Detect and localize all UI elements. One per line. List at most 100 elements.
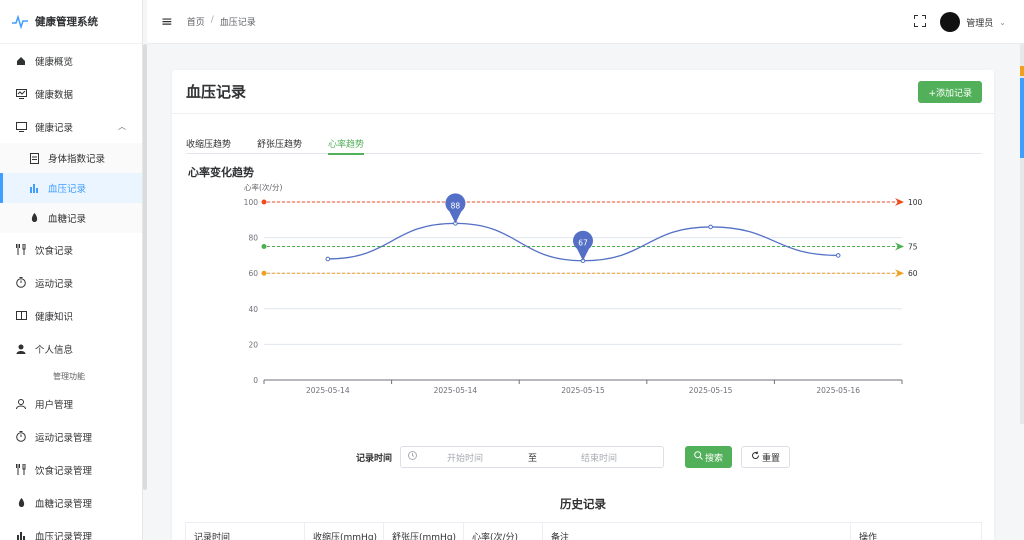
reference-line-label: 75 <box>908 243 918 252</box>
y-tick-label: 0 <box>253 376 258 385</box>
search-button[interactable]: 搜索 <box>685 446 733 468</box>
markpoint-label: 88 <box>451 201 461 210</box>
document-icon <box>28 152 40 164</box>
sidebar-group-admin: 管理功能 <box>53 371 85 381</box>
sidebar-item-label: 健康数据 <box>35 89 74 101</box>
sidebar-item-user-manage[interactable]: 用户管理 <box>0 387 142 420</box>
home-icon <box>15 55 27 67</box>
y-tick-label: 20 <box>248 340 258 349</box>
page-scrollbar[interactable] <box>1020 44 1024 424</box>
tab-diastolic[interactable]: 舒张压趋势 <box>257 132 302 154</box>
date-range-picker[interactable]: 开始时间 至 结束时间 <box>400 446 664 468</box>
column-header: 备注 <box>543 523 851 540</box>
column-header: 心率(次/分) <box>464 523 543 540</box>
timer-icon <box>15 277 27 289</box>
fork-icon <box>15 464 27 476</box>
avatar <box>940 12 961 32</box>
end-date-input[interactable]: 结束时间 <box>581 451 617 464</box>
breadcrumb-separator: / <box>210 15 214 25</box>
x-tick-label: 2025-05-16 <box>816 386 860 395</box>
search-button-label: 搜索 <box>705 453 724 464</box>
sidebar-item-blood-pressure[interactable]: 血压记录 <box>0 173 142 203</box>
data-point <box>325 256 331 262</box>
reference-line-start <box>261 244 267 249</box>
column-header: 收缩压(mmHg) <box>305 523 384 540</box>
sidebar-item-overview[interactable]: 健康概览 <box>0 44 142 77</box>
sidebar-item-label: 运动记录 <box>35 278 74 290</box>
sidebar-item-exercise[interactable]: 运动记录 <box>0 266 142 299</box>
breadcrumb-home[interactable]: 首页 <box>187 15 205 28</box>
reference-line-arrow <box>895 242 904 251</box>
pulse-icon <box>12 14 28 29</box>
sidebar-item-label: 健康知识 <box>35 311 74 323</box>
user-menu[interactable]: 管理员 ⌄ <box>940 12 1006 32</box>
sidebar-item-label: 饮食记录管理 <box>35 465 93 477</box>
tab-heart-rate[interactable]: 心率趋势 <box>328 132 365 155</box>
reset-button[interactable]: 重置 <box>741 446 791 468</box>
search-bar: 记录时间 开始时间 至 结束时间 搜索 重置 <box>356 446 791 468</box>
sidebar-item-label: 血糖记录管理 <box>35 498 93 510</box>
sidebar-item-health-data[interactable]: 健康数据 <box>0 77 142 110</box>
record-icon <box>15 121 27 133</box>
sidebar-item-label: 血压记录 <box>48 184 87 195</box>
breadcrumb-current: 血压记录 <box>219 18 256 28</box>
sidebar-item-profile[interactable]: 个人信息 <box>0 332 142 365</box>
sidebar-item-label: 运动记录管理 <box>35 432 93 444</box>
sidebar-item-label: 用户管理 <box>35 399 74 411</box>
sidebar-item-knowledge[interactable]: 健康知识 <box>0 299 142 332</box>
page-title: 血压记录 <box>186 83 247 101</box>
sidebar-item-health-records[interactable]: 健康记录 ︿ <box>0 110 142 143</box>
column-header: 记录时间 <box>186 523 305 540</box>
top-header: ≡ 首页 / 血压记录 管理员 ⌄ <box>147 0 1024 44</box>
x-tick-label: 2025-05-15 <box>689 386 733 395</box>
clock-icon <box>408 451 417 463</box>
history-table-header: 记录时间 收缩压(mmHg) 舒张压(mmHg) 心率(次/分) 备注 操作 <box>185 522 982 540</box>
add-record-button[interactable]: +添加记录 <box>918 81 982 103</box>
trend-tabs: 收缩压趋势 舒张压趋势 心率趋势 <box>186 132 982 155</box>
y-tick-label: 80 <box>248 234 258 243</box>
sidebar: 健康管理系统 健康概览 健康数据 健康记录 ︿ 身体指数记录 血压记录 血糖记录… <box>0 0 143 540</box>
refresh-icon <box>751 451 760 463</box>
main-card: 血压记录 +添加记录 收缩压趋势 舒张压趋势 心率趋势 心率变化趋势 心率(次/… <box>172 70 994 540</box>
chevron-up-icon: ︿ <box>118 122 126 131</box>
y-tick-label: 60 <box>248 269 258 278</box>
app-title: 健康管理系统 <box>35 16 98 28</box>
reference-line-start <box>261 270 267 276</box>
sidebar-item-label: 健康记录 <box>35 122 74 134</box>
menu-toggle-icon[interactable]: ≡ <box>161 14 173 30</box>
sidebar-item-label: 健康概览 <box>35 56 74 68</box>
range-separator: 至 <box>528 453 538 464</box>
y-tick-label: 40 <box>248 305 258 314</box>
reference-line-start <box>261 199 267 205</box>
sidebar-item-pressure-manage[interactable]: 血压记录管理 <box>0 519 142 540</box>
sidebar-item-body-index[interactable]: 身体指数记录 <box>0 143 142 173</box>
sidebar-scrollbar[interactable] <box>143 44 147 490</box>
start-date-input[interactable]: 开始时间 <box>447 451 483 464</box>
bar-chart-icon <box>15 530 27 540</box>
history-title: 历史记录 <box>560 497 606 511</box>
book-icon <box>15 310 27 322</box>
sidebar-item-exercise-manage[interactable]: 运动记录管理 <box>0 420 142 453</box>
sidebar-item-sugar-manage[interactable]: 血糖记录管理 <box>0 486 142 519</box>
heart-rate-chart: 心率(次/分) 0 20 40 60 80 100 2025-05-14 2025-05-14… <box>244 182 923 395</box>
x-tick-label: 2025-05-15 <box>561 386 605 395</box>
sidebar-item-blood-sugar[interactable]: 血糖记录 <box>0 203 142 233</box>
sidebar-item-label: 身体指数记录 <box>48 154 106 165</box>
sidebar-item-label: 个人信息 <box>35 344 74 356</box>
timer-icon <box>15 431 27 443</box>
drop-icon <box>28 212 40 224</box>
fullscreen-icon[interactable] <box>914 14 927 30</box>
reference-line-label: 60 <box>908 269 918 278</box>
tab-systolic[interactable]: 收缩压趋势 <box>186 132 231 154</box>
reset-button-label: 重置 <box>762 453 781 464</box>
user-name: 管理员 <box>966 18 994 29</box>
y-tick-label: 100 <box>244 198 259 207</box>
y-axis-label: 心率(次/分) <box>244 182 282 192</box>
reference-line-label: 100 <box>908 198 923 207</box>
bar-chart-icon <box>28 182 40 194</box>
column-header: 操作 <box>859 532 878 540</box>
sidebar-item-diet-manage[interactable]: 饮食记录管理 <box>0 453 142 486</box>
search-icon <box>694 451 703 463</box>
sidebar-item-diet[interactable]: 饮食记录 <box>0 233 142 266</box>
app-logo[interactable]: 健康管理系统 <box>0 0 142 44</box>
